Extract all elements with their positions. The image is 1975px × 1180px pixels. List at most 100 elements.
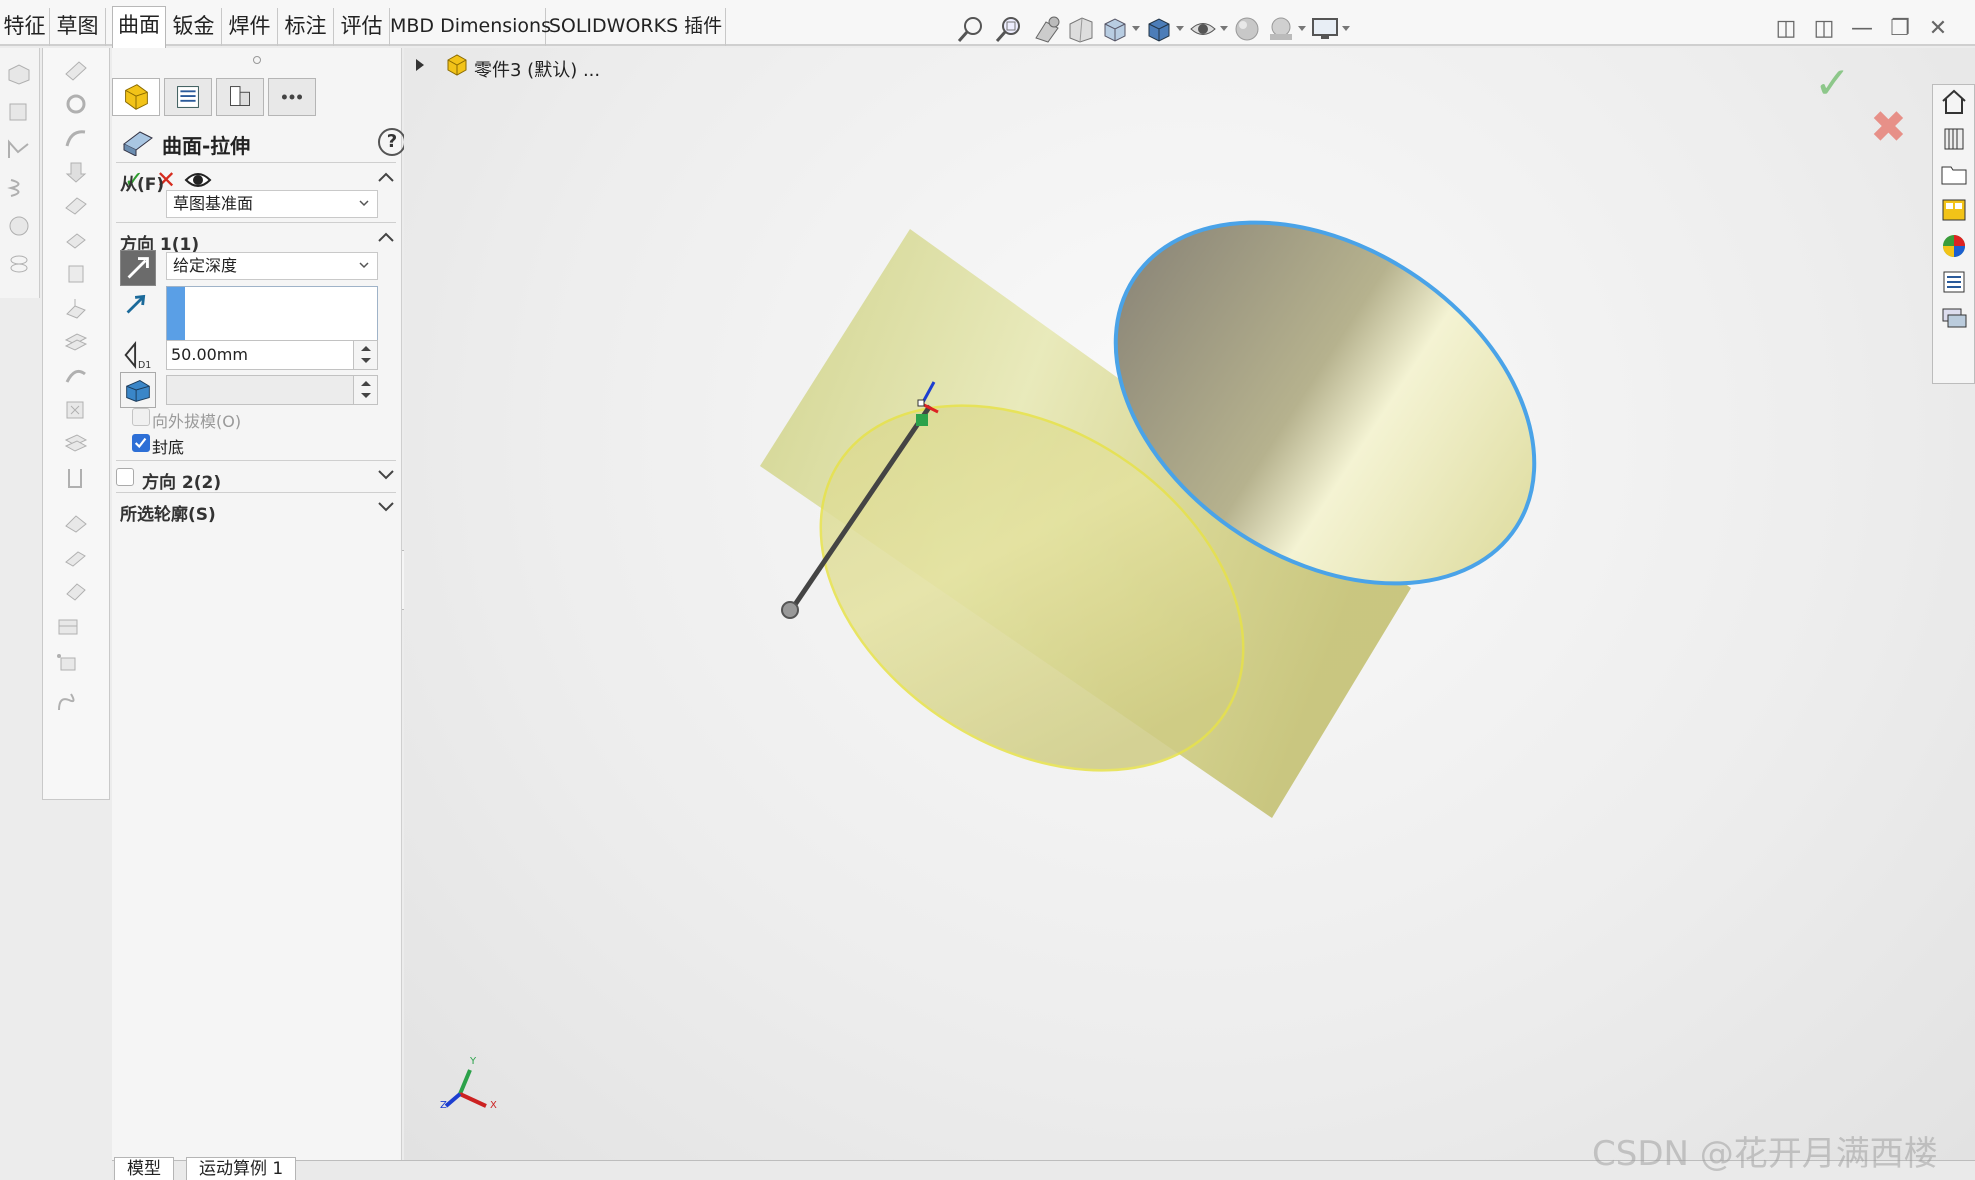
more-tabs-button[interactable] [268, 78, 316, 116]
chevron-down-icon [359, 200, 369, 207]
restore-icon[interactable]: ❐ [1887, 16, 1913, 42]
surface-extrude-preview[interactable] [404, 48, 1975, 1160]
ruled-surface-icon[interactable] [63, 364, 89, 388]
help-button[interactable]: ? [378, 128, 406, 156]
reverse-direction-button[interactable] [120, 250, 156, 286]
offset-surface-icon[interactable] [6, 252, 32, 276]
cap-end-checkbox[interactable] [132, 434, 150, 452]
design-library-icon[interactable] [1939, 123, 1969, 153]
tab-surfaces[interactable]: 曲面 [112, 6, 166, 48]
tab-mbd-dimensions[interactable]: MBD Dimensions [390, 8, 551, 46]
configuration-manager-tab[interactable] [216, 78, 264, 116]
depth-input[interactable]: 50.00mm [166, 340, 378, 370]
revolve-surface-icon[interactable] [63, 92, 89, 116]
zoom-to-fit-icon[interactable] [956, 14, 986, 44]
delete-face-icon[interactable] [63, 398, 89, 422]
tab-sketch[interactable]: 草图 [50, 8, 106, 46]
zoom-to-area-icon[interactable] [994, 14, 1024, 44]
chevron-down-icon[interactable] [378, 502, 394, 512]
close-icon[interactable]: ✕ [1925, 16, 1951, 42]
tab-sheet-metal[interactable]: 钣金 [166, 8, 222, 46]
window-controls: ◫ ◫ — ❐ ✕ [1773, 12, 1963, 46]
direction2-section-header[interactable]: 方向 2(2) [116, 462, 396, 493]
offset-tool-icon[interactable] [63, 330, 89, 354]
thicken-icon[interactable] [63, 546, 89, 570]
y-axis [458, 1069, 472, 1095]
sweep-surface-icon[interactable] [63, 126, 89, 150]
appearances-icon[interactable] [1939, 231, 1969, 261]
tab-features[interactable]: 特征 [0, 8, 50, 46]
direction2-checkbox[interactable] [116, 468, 134, 486]
display-style-icon[interactable] [1144, 14, 1184, 44]
watermark: CSDN @花开月满西楼 [1592, 1134, 1938, 1174]
previous-view-icon[interactable] [1032, 14, 1062, 44]
curves-icon[interactable] [55, 690, 81, 714]
extruded-surface-icon[interactable] [6, 62, 32, 86]
graphics-area[interactable]: 零件3 (默认) ... ✓ ✖ Y X Z [404, 48, 1975, 1160]
helix-icon[interactable] [6, 176, 32, 200]
tab-model[interactable]: 模型 [114, 1157, 174, 1180]
tile-left-icon[interactable]: ◫ [1773, 16, 1799, 42]
confirmation-corner: ✓ ✖ [1804, 58, 1907, 158]
direction-selection-box[interactable] [166, 286, 378, 344]
forum-icon[interactable] [1939, 303, 1969, 333]
hide-show-icon[interactable] [1188, 14, 1228, 44]
draft-angle-input[interactable] [166, 375, 378, 405]
depth-spinner[interactable] [353, 341, 377, 369]
draft-toggle-button[interactable] [120, 372, 156, 408]
replace-face-icon[interactable] [63, 432, 89, 456]
direction1-section-header[interactable]: 方向 1(1) [116, 224, 396, 255]
from-start-condition-select[interactable]: 草图基准面 [166, 190, 378, 218]
trim-surface-icon[interactable] [63, 580, 89, 604]
expand-arrow-icon[interactable] [416, 59, 424, 71]
view-settings-icon[interactable] [1310, 14, 1350, 44]
extrude-surface-tool-icon[interactable] [63, 58, 89, 82]
custom-properties-icon[interactable] [1939, 267, 1969, 297]
loft-surface-icon[interactable] [63, 160, 89, 184]
tile-right-icon[interactable]: ◫ [1811, 16, 1837, 42]
surface-commands-column-1 [0, 48, 40, 298]
freeform-icon[interactable] [63, 262, 89, 286]
view-palette-icon[interactable] [1939, 195, 1969, 225]
minimize-icon[interactable]: — [1849, 16, 1875, 42]
planar-tool-icon[interactable] [63, 296, 89, 320]
untrim-surface-icon[interactable] [63, 466, 89, 490]
property-manager-tab[interactable] [164, 78, 212, 116]
file-explorer-icon[interactable] [1939, 159, 1969, 189]
chevron-up-icon[interactable] [378, 232, 394, 242]
sketch-curve-icon[interactable] [6, 138, 32, 162]
panel-grip[interactable] [253, 56, 261, 64]
surface-fill-icon[interactable] [6, 214, 32, 238]
arrow-end-handle[interactable] [917, 399, 925, 407]
surface-commands-column-2 [42, 48, 110, 800]
home-icon[interactable] [1939, 87, 1969, 117]
split-line-icon[interactable] [55, 652, 81, 676]
knit-surface-icon[interactable] [63, 512, 89, 536]
confirm-ok-icon[interactable]: ✓ [1814, 58, 1851, 109]
tab-solidworks-addins[interactable]: SOLIDWORKS 插件 [546, 8, 726, 46]
tab-evaluate[interactable]: 评估 [334, 8, 390, 46]
apply-scene-icon[interactable] [1266, 14, 1306, 44]
view-orientation-icon[interactable] [1100, 14, 1140, 44]
selected-contours-label: 所选轮廓(S) [120, 505, 216, 525]
cut-with-surface-icon[interactable] [55, 614, 81, 638]
planar-surface-icon[interactable] [6, 100, 32, 124]
confirm-cancel-icon[interactable]: ✖ [1870, 102, 1907, 153]
end-condition-select[interactable]: 给定深度 [166, 252, 378, 280]
feature-manager-tab[interactable] [112, 78, 160, 116]
section-view-icon[interactable] [1066, 14, 1096, 44]
draft-angle-spinner[interactable] [353, 376, 377, 404]
chevron-down-icon[interactable] [378, 470, 394, 480]
feature-title-label: 曲面-拉伸 [162, 134, 251, 158]
arrow-start-handle[interactable] [781, 601, 799, 619]
chevron-up-icon[interactable] [378, 172, 394, 182]
tab-annotation[interactable]: 标注 [278, 8, 334, 46]
selected-contours-section-header[interactable]: 所选轮廓(S) [116, 494, 396, 525]
tab-weldments[interactable]: 焊件 [222, 8, 278, 46]
filled-surface-icon[interactable] [63, 228, 89, 252]
command-manager-tabs: 特征 草图 曲面 钣金 焊件 标注 评估 MBD Dimensions SOLI… [0, 0, 1975, 48]
boundary-surface-icon[interactable] [63, 194, 89, 218]
tab-motion-study[interactable]: 运动算例 1 [186, 1157, 297, 1180]
draft-outward-checkbox[interactable] [132, 408, 150, 426]
edit-appearance-icon[interactable] [1232, 14, 1262, 44]
